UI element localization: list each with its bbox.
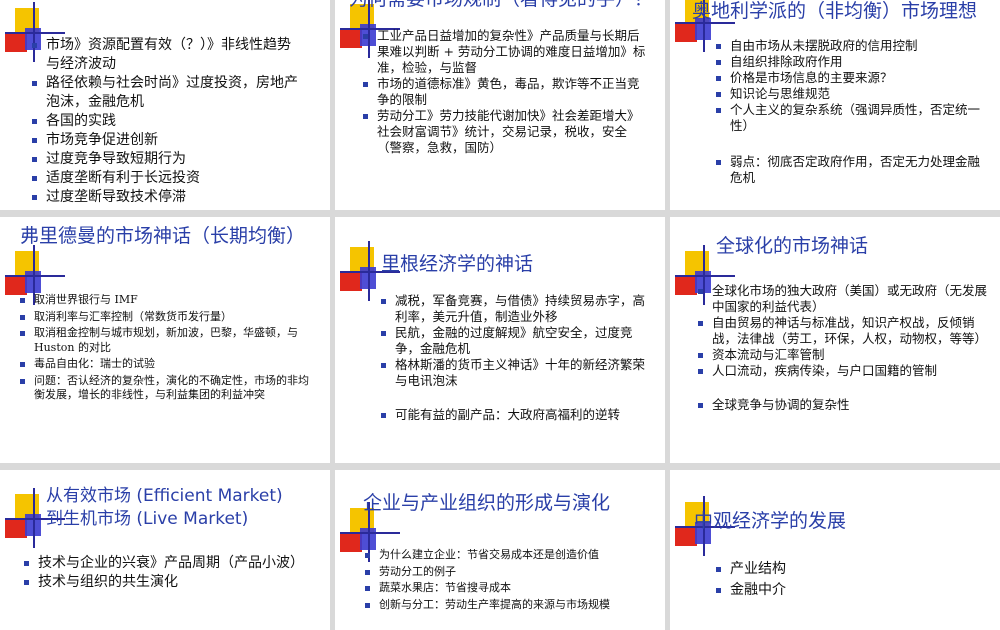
list-item: 工业产品日益增加的复杂性》产品质量与长期后果难以判断 + 劳动分工协调的难度日益…: [363, 28, 648, 76]
slide-firm-organization[interactable]: 企业与产业组织的形成与演化 为什么建立企业：节省交易成本还是创造价值 劳动分工的…: [335, 470, 665, 630]
list-item: 自由贸易的神话与标准战，知识产权战，反倾销战，法律战（劳工，环保，人权，动物权，…: [698, 315, 988, 347]
list-item: 自组织排除政府作用: [716, 54, 988, 70]
list-item: 民航，金融的过度解规》航空安全，过度竞争，金融危机: [381, 325, 656, 357]
slide-title: 里根经济学的神话: [381, 253, 534, 275]
list-item: 人口流动，疾病传染，与户口国籍的管制: [698, 363, 988, 379]
slide-title: 全球化的市场神话: [716, 235, 869, 257]
slide-bullet-list: 产业结构 金融中介: [716, 560, 976, 600]
slide-bullet-list: 取消世界银行与 IMF 取消利率与汇率控制（常数货币发行量） 取消租金控制与城市…: [20, 293, 315, 403]
list-item: 全球竞争与协调的复杂性: [698, 397, 988, 413]
slide-title: 为何需要市场规制（看得见的手）？: [349, 0, 653, 11]
list-item: 取消世界银行与 IMF: [20, 293, 315, 308]
list-item: 为什么建立企业：节省交易成本还是创造价值: [365, 548, 650, 563]
list-item: 取消利率与汇率控制（常数货币发行量）: [20, 310, 315, 325]
slide-reaganomics[interactable]: 里根经济学的神话 减税，军备竞赛，与借债》持续贸易赤字，高利率，美元升值，制造业…: [335, 217, 665, 463]
list-item: 个人主义的复杂系统（强调异质性，否定统一性）: [716, 102, 988, 134]
list-item: 技术与组织的共生演化: [24, 573, 304, 592]
slide-friedman[interactable]: 弗里德曼的市场神话（长期均衡） 取消世界银行与 IMF 取消利率与汇率控制（常数…: [0, 217, 330, 463]
list-item: 适度垄断有利于长远投资: [32, 169, 302, 188]
list-item: 格林斯潘的货币主义神话》十年的新经济繁荣与电讯泡沫: [381, 357, 656, 389]
slide-title: 弗里德曼的市场神话（长期均衡）: [20, 225, 306, 247]
slide-efficient-to-live-market[interactable]: 从有效市场 (Efficient Market) 到生机市场 (Live Mar…: [0, 470, 330, 630]
list-item: 自由市场从未摆脱政府的信用控制: [716, 38, 988, 54]
list-item: 过度竞争导致短期行为: [32, 150, 302, 169]
list-item: 各国的实践: [32, 112, 302, 131]
slide-austrian-school[interactable]: 奥地利学派的（非均衡）市场理想 自由市场从未摆脱政府的信用控制 自组织排除政府作…: [670, 0, 1000, 210]
slide-title-line2: 到生机市场 (Live Market): [46, 509, 249, 529]
list-item: 弱点：彻底否定政府作用，否定无力处理金融危机: [716, 154, 988, 186]
list-item: 价格是市场信息的主要来源？: [716, 70, 988, 86]
slide-meso-economics[interactable]: 中观经济学的发展 产业结构 金融中介: [670, 470, 1000, 630]
list-item: 知识论与思维规范: [716, 86, 988, 102]
list-item: 资本流动与汇率管制: [698, 347, 988, 363]
list-item: 取消租金控制与城市规划，新加波，巴黎，华盛顿，与 Huston 的对比: [20, 326, 315, 355]
list-item: 蔬菜水果店：节省搜寻成本: [365, 581, 650, 596]
list-item: 市场》资源配置有效（？）》非线性趋势与经济波动: [32, 36, 302, 74]
list-item: 可能有益的副产品：大政府高福利的逆转: [381, 407, 656, 423]
slide-bullet-list: 减税，军备竞赛，与借债》持续贸易赤字，高利率，美元升值，制造业外移 民航，金融的…: [381, 293, 656, 423]
slide-title: 奥地利学派的（非均衡）市场理想: [692, 0, 978, 22]
list-item: 全球化市场的独大政府（美国）或无政府（无发展中国家的利益代表）: [698, 283, 988, 315]
list-item: 技术与企业的兴衰》产品周期（产品小波）: [24, 554, 304, 573]
list-item: 市场的道德标准》黄色，毒品，欺诈等不正当竞争的限制: [363, 76, 648, 108]
slide-bullet-list: 全球化市场的独大政府（美国）或无政府（无发展中国家的利益代表） 自由贸易的神话与…: [698, 283, 988, 413]
slide-bullet-list: 工业产品日益增加的复杂性》产品质量与长期后果难以判断 + 劳动分工协调的难度日益…: [363, 28, 648, 156]
slide-title: 企业与产业组织的形成与演化: [363, 492, 611, 514]
list-item: 产业结构: [716, 560, 976, 579]
list-item: 金融中介: [716, 581, 976, 600]
list-item: 路径依赖与社会时尚》过度投资，房地产泡沫，金融危机: [32, 74, 302, 112]
slide-title-line1: 从有效市场 (Efficient Market): [46, 486, 283, 506]
slide-market-regulation[interactable]: 为何需要市场规制（看得见的手）？ 工业产品日益增加的复杂性》产品质量与长期后果难…: [335, 0, 665, 210]
slide-bullet-list: 自由市场从未摆脱政府的信用控制 自组织排除政府作用 价格是市场信息的主要来源？ …: [716, 38, 988, 186]
slide-globalization[interactable]: 全球化的市场神话 全球化市场的独大政府（美国）或无政府（无发展中国家的利益代表）…: [670, 217, 1000, 463]
list-item: 市场竞争促进创新: [32, 131, 302, 150]
list-item: 毒品自由化：瑞士的试验: [20, 357, 315, 372]
slide-bullet-list: 市场》资源配置有效（？）》非线性趋势与经济波动 路径依赖与社会时尚》过度投资，房…: [32, 36, 302, 207]
slide-title: 中观经济学的发展: [694, 510, 847, 532]
slide-bullet-list: 为什么建立企业：节省交易成本还是创造价值 劳动分工的例子 蔬菜水果店：节省搜寻成…: [365, 548, 650, 612]
list-item: 劳动分工的例子: [365, 565, 650, 580]
slide-resource-allocation[interactable]: 市场》资源配置有效（？）》非线性趋势与经济波动 路径依赖与社会时尚》过度投资，房…: [0, 0, 330, 210]
list-item: 劳动分工》劳力技能代谢加快》社会差距增大》社会财富调节》统计，交易记录，税收，安…: [363, 108, 648, 156]
list-item: 问题：否认经济的复杂性，演化的不确定性，市场的非均衡发展，增长的非线性，与利益集…: [20, 374, 315, 403]
list-item: 减税，军备竞赛，与借债》持续贸易赤字，高利率，美元升值，制造业外移: [381, 293, 656, 325]
slide-bullet-list: 技术与企业的兴衰》产品周期（产品小波） 技术与组织的共生演化: [24, 554, 304, 592]
list-item: 过度垄断导致技术停滞: [32, 188, 302, 207]
